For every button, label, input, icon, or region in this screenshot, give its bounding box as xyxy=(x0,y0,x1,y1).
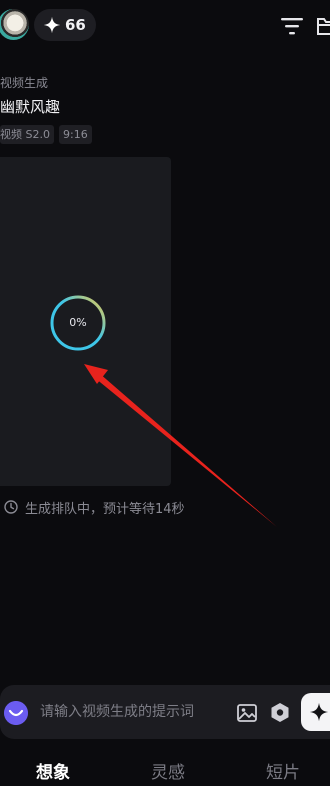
task-tags: 视频 S2.0 9:16 xyxy=(0,125,92,144)
task-title: 幽默风趣 xyxy=(0,98,61,116)
tab-short-film[interactable]: 短片 xyxy=(266,758,300,783)
bottom-tab-bar: 想象 灵感 短片 xyxy=(0,752,330,786)
folder-icon[interactable] xyxy=(316,16,330,36)
image-icon[interactable] xyxy=(237,703,257,723)
queue-status-text: 生成排队中，预计等待14秒 xyxy=(25,501,185,517)
generate-button[interactable] xyxy=(301,693,330,731)
hexagon-settings-icon[interactable] xyxy=(270,702,290,723)
task-category: 视频生成 xyxy=(0,76,49,90)
filter-lines-icon[interactable] xyxy=(281,16,303,36)
user-avatar-icon[interactable] xyxy=(0,9,29,40)
progress-percent: 0% xyxy=(69,316,87,329)
prompt-input[interactable] xyxy=(40,700,225,724)
tab-inspiration[interactable]: 灵感 xyxy=(151,758,185,783)
model-tag: 视频 S2.0 xyxy=(0,125,54,144)
sparkle-generate-icon xyxy=(309,702,329,722)
prompt-bar xyxy=(0,685,330,739)
clock-icon xyxy=(4,500,18,514)
queue-status: 生成排队中，预计等待14秒 xyxy=(4,498,185,517)
top-bar: 66 xyxy=(0,0,330,52)
mascot-icon[interactable] xyxy=(4,701,28,725)
credits-count: 66 xyxy=(65,16,86,34)
credits-pill[interactable]: 66 xyxy=(34,9,96,41)
tab-imagine[interactable]: 想象 xyxy=(36,758,70,783)
aspect-ratio-tag: 9:16 xyxy=(58,125,92,144)
sparkle-star-icon xyxy=(43,16,61,34)
